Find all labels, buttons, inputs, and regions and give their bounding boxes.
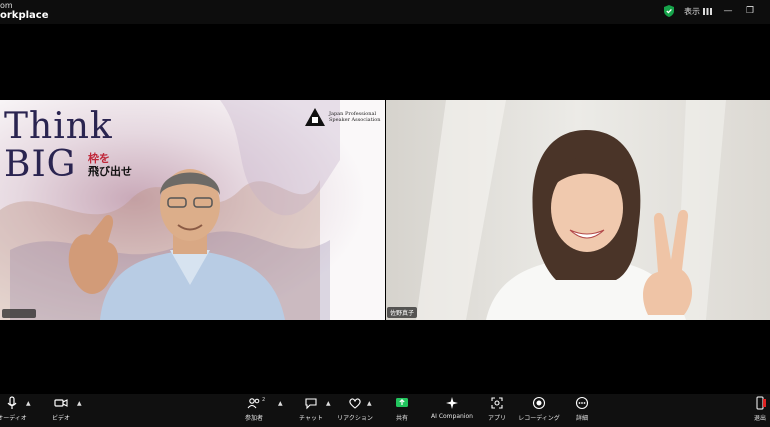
app-brand: om orkplace	[0, 1, 49, 21]
participants-button[interactable]: 参加者	[229, 396, 279, 422]
grid-view-icon	[703, 7, 712, 15]
encryption-shield-icon[interactable]	[664, 5, 674, 17]
ai-companion-button[interactable]: AI Companion	[427, 396, 477, 420]
chat-label: チャット	[299, 415, 323, 422]
restore-button[interactable]: ❐	[744, 6, 756, 16]
leave-icon	[756, 396, 766, 410]
reactions-label: リアクション	[337, 415, 373, 422]
participants-icon	[247, 398, 260, 409]
video-tile-right[interactable]: 佐野真子	[386, 100, 770, 320]
ai-companion-label: AI Companion	[431, 413, 473, 420]
slide-title-think: Think	[4, 106, 113, 147]
participant-name-label-right: 佐野真子	[387, 307, 418, 318]
meeting-toolbar: オーディオ ▲ ビデオ ▲ 参加者 2 ▲ チャット ▲ リアクション ▲ 共有…	[0, 394, 770, 427]
audio-options-chevron-icon[interactable]: ▲	[26, 400, 31, 407]
record-icon	[532, 396, 546, 410]
participants-options-chevron-icon[interactable]: ▲	[278, 400, 283, 407]
participants-label: 参加者	[244, 415, 263, 422]
more-label: 詳細	[575, 415, 588, 422]
participants-count: 2	[262, 397, 266, 403]
video-label: ビデオ	[51, 415, 70, 422]
more-options-icon	[575, 396, 589, 410]
association-line-2: Speaker Association	[329, 117, 381, 123]
reactions-options-chevron-icon[interactable]: ▲	[367, 400, 372, 407]
participant-video-woman	[386, 100, 770, 320]
share-label: 共有	[395, 415, 408, 422]
minimize-button[interactable]: —	[722, 6, 734, 16]
association-emblem-icon	[305, 108, 325, 126]
more-button[interactable]: 詳細	[557, 396, 607, 422]
heart-icon	[349, 398, 361, 409]
view-menu[interactable]: 表示	[684, 6, 712, 17]
view-label: 表示	[684, 6, 700, 16]
apps-icon	[491, 397, 503, 409]
audio-button[interactable]: オーディオ	[0, 396, 37, 422]
title-bar: om orkplace 表示 — ❐	[0, 0, 770, 24]
apps-label: アプリ	[487, 415, 506, 422]
brand-line-2: orkplace	[0, 10, 49, 21]
reactions-button[interactable]: リアクション	[330, 396, 380, 422]
leave-label: 退出	[753, 415, 766, 422]
chat-icon	[305, 398, 317, 410]
participant-name-label-left	[2, 309, 36, 318]
microphone-icon	[7, 396, 17, 409]
share-button[interactable]: 共有	[377, 396, 427, 422]
association-logo: Japan Professional Speaker Association	[305, 108, 381, 126]
audio-label: オーディオ	[0, 415, 27, 422]
video-options-chevron-icon[interactable]: ▲	[77, 400, 82, 407]
recording-label: レコーディング	[518, 415, 560, 422]
sparkle-icon	[446, 397, 458, 409]
share-screen-icon	[396, 398, 408, 407]
leave-button[interactable]: 退出	[738, 396, 770, 422]
participant-video-man	[68, 169, 285, 320]
video-camera-icon	[54, 399, 68, 407]
video-tile-left[interactable]: Think BIG 枠を 飛び出せ Japan Professional Spe…	[0, 100, 385, 320]
